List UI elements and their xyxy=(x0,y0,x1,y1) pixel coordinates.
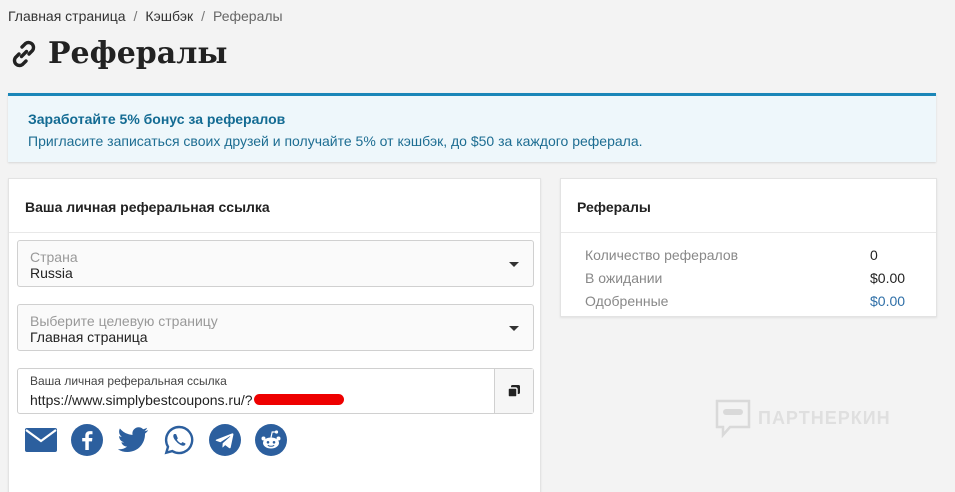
chevron-down-icon xyxy=(509,262,519,267)
referral-link-label: Ваша личная реферальная ссылка xyxy=(30,374,227,388)
country-select-value: Russia xyxy=(30,265,73,281)
page-header: Рефералы xyxy=(8,36,227,71)
stat-value-link[interactable]: $0.00 xyxy=(870,293,905,309)
twitter-icon[interactable] xyxy=(117,424,149,456)
breadcrumb-separator: / xyxy=(133,8,138,24)
whatsapp-icon[interactable] xyxy=(163,424,195,456)
referral-link-card-title: Ваша личная реферальная ссылка xyxy=(9,179,540,233)
watermark: ПАРТНЕРКИН xyxy=(714,398,891,438)
stats-row-referral-count: Количество рефералов 0 xyxy=(585,243,912,266)
social-share-bar xyxy=(25,424,287,456)
referral-link-field: Ваша личная реферальная ссылка https://w… xyxy=(17,368,534,414)
copy-icon xyxy=(507,385,520,398)
stats-list: Количество рефералов 0 В ожидании $0.00 … xyxy=(561,233,936,312)
stat-label: Одобренные xyxy=(585,292,669,309)
telegram-icon[interactable] xyxy=(209,424,241,456)
target-page-select-label: Выберите целевую страницу xyxy=(30,313,218,329)
chevron-down-icon xyxy=(509,326,519,331)
country-select-label: Страна xyxy=(30,249,78,265)
stat-label: В ожидании xyxy=(585,269,663,286)
reddit-icon[interactable] xyxy=(255,424,287,456)
stats-row-pending: В ожидании $0.00 xyxy=(585,266,912,289)
copy-button[interactable] xyxy=(494,369,533,413)
link-icon xyxy=(8,38,40,70)
stat-value: 0 xyxy=(870,246,878,263)
breadcrumb-cashback[interactable]: Кэшбэк xyxy=(145,8,193,24)
email-icon[interactable] xyxy=(25,424,57,456)
alert-text: Пригласите записаться своих друзей и пол… xyxy=(28,133,643,149)
referrals-stats-card-title: Рефералы xyxy=(561,179,936,233)
referral-bonus-alert: Заработайте 5% бонус за рефералов Пригла… xyxy=(8,93,936,162)
target-page-select[interactable]: Выберите целевую страницу Главная страни… xyxy=(17,304,534,351)
alert-title: Заработайте 5% бонус за рефералов xyxy=(28,111,286,127)
chat-bubble-icon xyxy=(715,399,751,438)
target-page-select-value: Главная страница xyxy=(30,329,148,345)
breadcrumb-current: Рефералы xyxy=(212,8,283,24)
breadcrumb-home[interactable]: Главная страница xyxy=(8,8,126,24)
breadcrumb: Главная страница / Кэшбэк / Рефералы xyxy=(8,8,283,24)
stat-value: $0.00 xyxy=(870,269,906,286)
stats-row-approved: Одобренные $0.00 xyxy=(585,289,912,312)
referral-link-input[interactable]: Ваша личная реферальная ссылка https://w… xyxy=(18,369,494,413)
watermark-text: ПАРТНЕРКИН xyxy=(758,407,891,428)
breadcrumb-separator: / xyxy=(201,8,205,24)
stat-label: Количество рефералов xyxy=(585,246,739,263)
page-title: Рефералы xyxy=(48,36,228,71)
referrals-stats-card: Рефералы Количество рефералов 0 В ожидан… xyxy=(560,178,937,317)
referral-link-card: Ваша личная реферальная ссылка Страна Ru… xyxy=(8,178,541,492)
facebook-icon[interactable] xyxy=(71,424,103,456)
redaction-mark xyxy=(254,394,344,405)
country-select[interactable]: Страна Russia xyxy=(17,240,534,287)
